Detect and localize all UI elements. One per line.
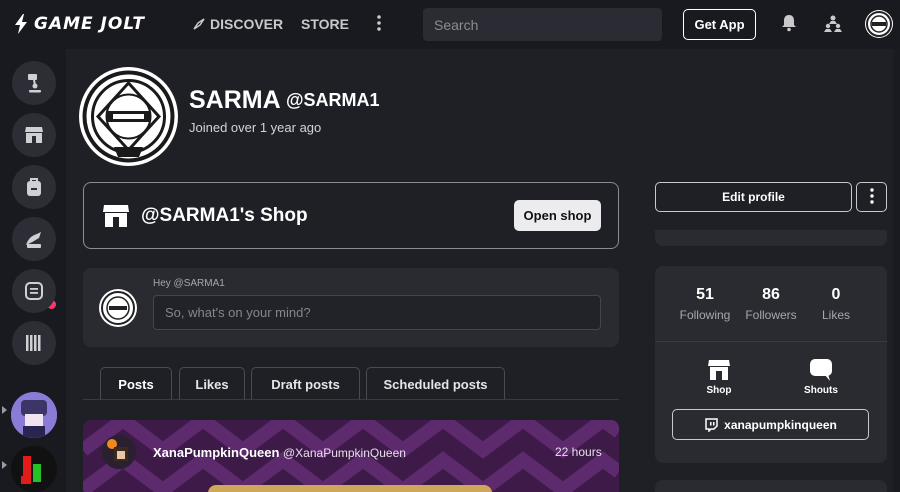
compass-icon xyxy=(193,18,205,30)
following-count: 51 xyxy=(696,286,714,303)
feed-post[interactable]: XanaPumpkinQueen @XanaPumpkinQueen 22 ho… xyxy=(83,420,619,492)
nav-discover[interactable]: DISCOVER xyxy=(193,16,283,32)
library-icon xyxy=(26,335,41,351)
sidebar-store-button[interactable] xyxy=(12,113,56,157)
sarma-emblem-icon xyxy=(866,11,892,37)
sidebar-profile-button[interactable] xyxy=(12,61,56,105)
quest-icon xyxy=(26,232,41,248)
composer-input[interactable] xyxy=(153,295,601,330)
page-scrollbar-track[interactable] xyxy=(893,49,900,492)
top-navigation-bar: GAME JOLT DISCOVER STORE Get App xyxy=(0,0,900,49)
open-shop-button[interactable]: Open shop xyxy=(514,200,601,231)
more-vertical-icon xyxy=(869,187,874,204)
stat-likes[interactable]: 0 Likes xyxy=(801,286,871,322)
profile-display-name: SARMA xyxy=(189,86,281,114)
twitch-icon xyxy=(705,417,718,432)
post-author-avatar[interactable] xyxy=(102,435,136,469)
store-icon xyxy=(103,205,129,227)
sarma-emblem-icon xyxy=(101,291,135,325)
sidebar-chat-button[interactable] xyxy=(12,269,56,313)
get-app-button[interactable]: Get App xyxy=(683,9,756,40)
user-avatar[interactable] xyxy=(865,10,893,38)
followers-label: Followers xyxy=(745,308,797,322)
likes-label: Likes xyxy=(821,308,850,322)
store-icon xyxy=(708,360,730,380)
profile-username: @SARMA1 xyxy=(286,90,380,110)
chat-icon xyxy=(25,282,43,300)
profile-link-shouts[interactable]: Shouts xyxy=(786,358,856,396)
shop-title: @SARMA1's Shop xyxy=(141,205,308,226)
composer-avatar xyxy=(99,289,137,327)
game-jolt-logo[interactable]: GAME JOLT xyxy=(14,13,145,35)
profile-stats-card: 51 Following 86 Followers 0 Likes Shop S… xyxy=(655,266,887,463)
sidebar-quests-button[interactable] xyxy=(12,217,56,261)
followers-count: 86 xyxy=(762,286,780,303)
lightning-bolt-icon xyxy=(15,14,27,34)
profile-joined-date: Joined over 1 year ago xyxy=(189,120,322,135)
tab-likes[interactable]: Likes xyxy=(179,367,245,400)
stats-divider xyxy=(655,341,887,342)
edit-profile-button[interactable]: Edit profile xyxy=(655,182,852,212)
twitch-link[interactable]: xanapumpkinqueen xyxy=(672,409,869,440)
pumpkin-avatar-icon xyxy=(102,435,136,469)
right-panel-next-card xyxy=(655,480,887,492)
friends-icon[interactable] xyxy=(823,14,843,34)
post-author-handle[interactable]: @XanaPumpkinQueen xyxy=(283,446,406,460)
game-blocks-icon xyxy=(11,446,57,492)
game-character-icon xyxy=(11,392,57,438)
active-game-caret-icon xyxy=(2,406,7,414)
profile-options-button[interactable] xyxy=(856,182,887,212)
composer-greeting: Hey @SARMA1 xyxy=(153,278,225,289)
following-label: Following xyxy=(679,308,731,322)
post-image[interactable] xyxy=(208,485,492,492)
likes-count: 0 xyxy=(831,286,841,303)
search-input[interactable] xyxy=(423,8,662,41)
post-composer: Hey @SARMA1 xyxy=(83,268,619,347)
tab-scheduled-posts[interactable]: Scheduled posts xyxy=(366,367,505,400)
stat-followers[interactable]: 86 Followers xyxy=(736,286,806,322)
user-badge-icon xyxy=(28,74,41,93)
sidebar-game-thumbnail[interactable] xyxy=(11,446,57,492)
nav-store[interactable]: STORE xyxy=(301,16,349,32)
profile-link-shouts-label: Shouts xyxy=(804,385,838,396)
tabs-divider xyxy=(83,399,619,400)
post-timestamp: 22 hours xyxy=(555,445,602,459)
stat-following[interactable]: 51 Following xyxy=(670,286,740,322)
shop-card: @SARMA1's Shop Open shop xyxy=(83,182,619,249)
profile-link-shop[interactable]: Shop xyxy=(684,358,754,396)
sidebar-backpack-button[interactable] xyxy=(12,165,56,209)
left-sidebar xyxy=(0,49,66,492)
speech-bubble-icon xyxy=(810,359,832,381)
twitch-username: xanapumpkinqueen xyxy=(724,417,837,432)
bell-icon[interactable] xyxy=(780,14,798,32)
tab-posts[interactable]: Posts xyxy=(100,367,172,400)
active-game-caret-icon xyxy=(2,461,7,469)
profile-avatar[interactable] xyxy=(79,67,178,166)
profile-link-shop-label: Shop xyxy=(706,385,732,396)
nav-discover-label: DISCOVER xyxy=(210,16,284,32)
more-menu-icon[interactable] xyxy=(372,13,386,33)
sarma-emblem-icon xyxy=(82,70,175,163)
backpack-icon xyxy=(27,178,41,196)
logo-text: GAME JOLT xyxy=(34,14,145,34)
store-icon xyxy=(25,127,43,143)
post-author-name[interactable]: XanaPumpkinQueen xyxy=(153,445,279,460)
right-panel-strip xyxy=(655,230,887,246)
tab-draft-posts[interactable]: Draft posts xyxy=(251,367,360,400)
sidebar-library-button[interactable] xyxy=(12,321,56,365)
sidebar-game-thumbnail[interactable] xyxy=(11,392,57,438)
